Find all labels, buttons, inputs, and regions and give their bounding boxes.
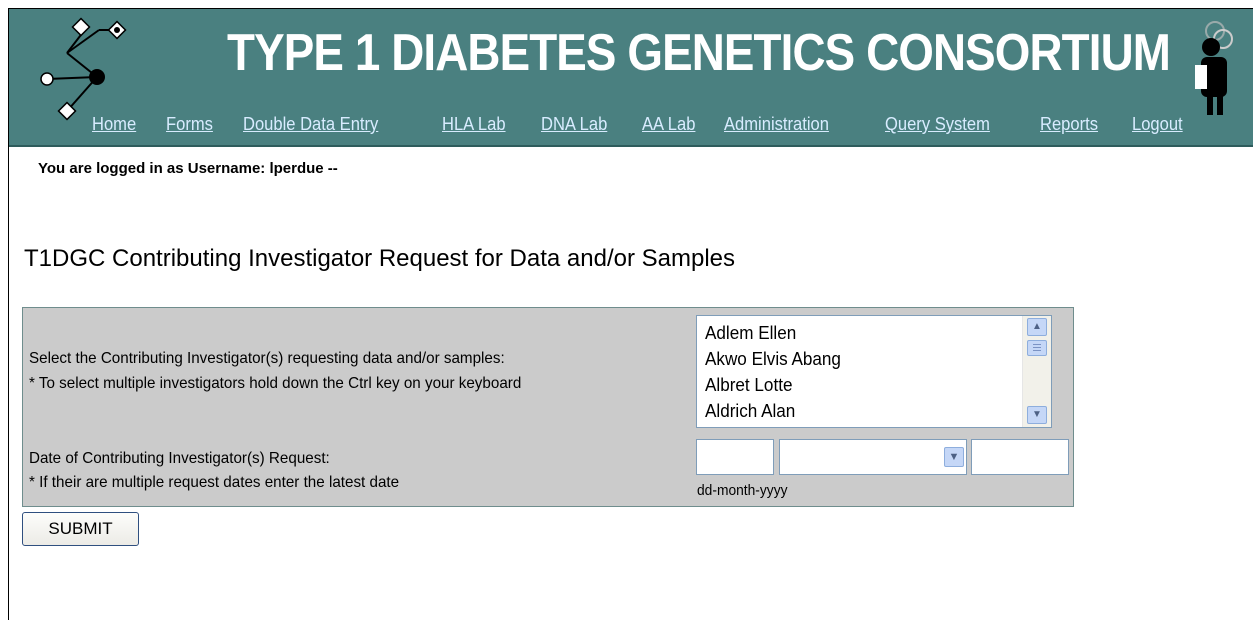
scroll-up-icon[interactable]: ▲ (1027, 318, 1047, 336)
investigator-option[interactable]: Akwo Elvis Abang (705, 349, 841, 370)
date-label: Date of Contributing Investigator(s) Req… (29, 450, 330, 467)
header-divider (9, 145, 1253, 147)
month-select[interactable]: ▼ (779, 439, 967, 475)
nav-aa-lab[interactable]: AA Lab (642, 114, 695, 135)
investigator-hint: * To select multiple investigators hold … (29, 375, 522, 392)
nav-reports[interactable]: Reports (1040, 114, 1098, 135)
investigator-label: Select the Contributing Investigator(s) … (29, 350, 505, 367)
scroll-down-icon[interactable]: ▼ (1027, 406, 1047, 424)
nav-dna-lab[interactable]: DNA Lab (541, 114, 607, 135)
nav-logout[interactable]: Logout (1132, 114, 1183, 135)
nav-query-system[interactable]: Query System (885, 114, 990, 135)
investigator-option[interactable]: Aldrich Alan (705, 401, 795, 422)
date-format-hint: dd-month-yyyy (697, 482, 788, 499)
main-nav: Home Forms Double Data Entry HLA Lab DNA… (9, 114, 1253, 140)
investigator-option[interactable]: Albret Lotte (705, 375, 792, 396)
investigator-listbox[interactable]: Adlem Ellen Akwo Elvis Abang Albret Lott… (696, 315, 1052, 428)
site-title: TYPE 1 DIABETES GENETICS CONSORTIUM (227, 24, 1171, 82)
site-header: TYPE 1 DIABETES GENETICS CONSORTIUM Home… (9, 9, 1253, 145)
year-input[interactable] (971, 439, 1069, 475)
chevron-down-icon[interactable]: ▼ (944, 447, 964, 467)
login-status: You are logged in as Username: lperdue -… (38, 160, 338, 177)
submit-button[interactable]: SUBMIT (22, 512, 139, 546)
nav-double-data-entry[interactable]: Double Data Entry (243, 114, 378, 135)
day-input[interactable] (696, 439, 774, 475)
nav-administration[interactable]: Administration (724, 114, 829, 135)
date-hint: * If their are multiple request dates en… (29, 474, 400, 491)
people-logo-icon (1195, 21, 1233, 115)
scroll-thumb[interactable] (1027, 340, 1047, 356)
nav-home[interactable]: Home (92, 114, 136, 135)
page-title: T1DGC Contributing Investigator Request … (24, 245, 736, 272)
nav-hla-lab[interactable]: HLA Lab (442, 114, 506, 135)
nav-forms[interactable]: Forms (166, 114, 213, 135)
investigator-option[interactable]: Adlem Ellen (705, 323, 796, 344)
listbox-scrollbar[interactable]: ▲ ▼ (1022, 316, 1051, 427)
